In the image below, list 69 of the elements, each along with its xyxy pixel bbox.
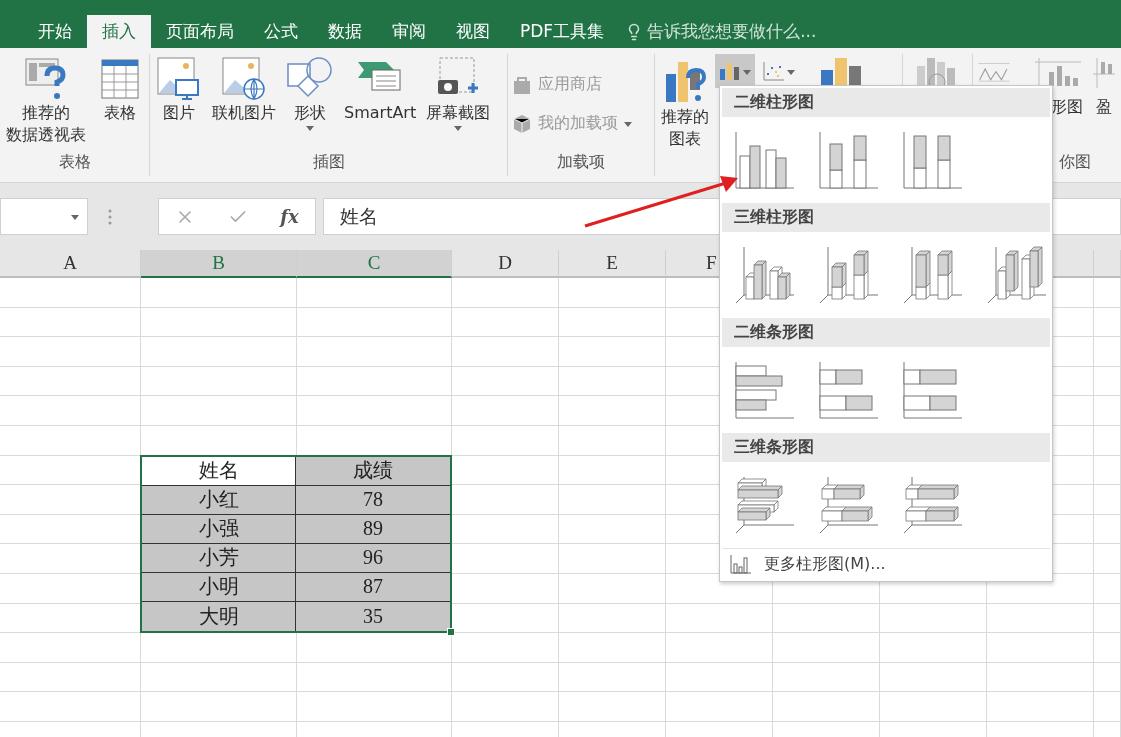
caret-icon (71, 215, 79, 220)
3d-column-icon[interactable] (986, 245, 1048, 305)
ribbon-tab[interactable]: PDF工具集 (505, 15, 620, 48)
clustered-3d-bar-icon[interactable] (734, 475, 796, 535)
ribbon-tab[interactable]: 审阅 (377, 15, 441, 48)
table-icon (100, 56, 140, 102)
table-cell[interactable]: 87 (296, 572, 450, 603)
clustered-3d-column-icon[interactable] (734, 245, 796, 305)
win-loss-sparkline-icon[interactable] (1093, 56, 1115, 90)
section-header: 二维柱形图 (722, 88, 1050, 117)
column-header[interactable]: B (141, 250, 297, 278)
stacked-bar-icon[interactable] (818, 360, 880, 420)
stacked-column-icon[interactable] (818, 130, 880, 190)
ribbon-tab[interactable]: 视图 (441, 15, 505, 48)
ribbon-button[interactable]: 形状 (284, 54, 336, 133)
ribbon-button[interactable]: 联机图片 (210, 54, 278, 126)
section-header: 三维条形图 (722, 433, 1050, 462)
group-label: 插图 (311, 150, 346, 173)
name-box[interactable] (0, 198, 88, 235)
chart-dropdown-button[interactable] (715, 54, 755, 88)
ribbon-button[interactable]: 表格 (98, 54, 142, 126)
column-header[interactable]: C (297, 250, 452, 278)
picture-icon (156, 56, 202, 102)
table-cell[interactable]: 89 (296, 514, 450, 544)
ribbon-tab[interactable]: 插入 (87, 15, 151, 48)
fill-handle[interactable] (447, 628, 455, 637)
ribbon-button[interactable]: 推荐的 图表 (659, 54, 711, 152)
online-picture-icon (221, 56, 267, 102)
table-cell[interactable]: 小明 (142, 572, 296, 603)
clustered-column-icon[interactable] (734, 130, 796, 190)
ribbon-tab[interactable]: 公式 (249, 15, 313, 48)
tell-me-field[interactable]: 告诉我您想要做什么... (625, 15, 817, 48)
table-cell[interactable]: 小芳 (142, 543, 296, 573)
ribbon-button[interactable]: 推荐的 数据透视表 (4, 54, 88, 148)
table-cell[interactable]: 大明 (142, 602, 296, 632)
group-label: 表格 (57, 150, 92, 173)
insert-function-button[interactable]: fx (280, 206, 299, 227)
section-header: 二维条形图 (722, 318, 1050, 347)
ribbon-tab[interactable]: 页面布局 (151, 15, 249, 48)
ribbon-tab[interactable]: 开始 (23, 15, 87, 48)
cube-icon (512, 113, 532, 134)
table-cell[interactable]: 96 (296, 543, 450, 573)
full-stacked-column-icon[interactable] (902, 130, 964, 190)
stacked-3d-column-icon[interactable] (818, 245, 880, 305)
full-stacked-3d-column-icon[interactable] (902, 245, 964, 305)
table-cell[interactable]: 小强 (142, 514, 296, 544)
ribbon-button[interactable]: SmartArt (342, 54, 419, 126)
group-label: 你图 (1058, 150, 1092, 173)
section-header: 三维柱形图 (722, 203, 1050, 232)
table-cell[interactable]: 成绩 (296, 456, 450, 486)
table-cell[interactable]: 小红 (142, 485, 296, 515)
full-stacked-3d-bar-icon[interactable] (902, 475, 964, 535)
shopping-bag-icon (512, 74, 532, 95)
more-charts-link[interactable]: 更多柱形图(M)... (722, 548, 1050, 579)
table-cell[interactable]: 35 (296, 602, 450, 632)
table-cell[interactable]: 78 (296, 485, 450, 515)
ribbon-button[interactable]: 图片 (154, 54, 204, 126)
grip-icon (108, 208, 112, 225)
ribbon-button[interactable]: 屏幕截图 (424, 54, 493, 133)
group-label: 加载项 (556, 150, 606, 173)
full-stacked-bar-icon[interactable] (902, 360, 964, 420)
scatter-chart-icon[interactable] (763, 61, 785, 81)
table-cell[interactable]: 姓名 (142, 456, 296, 486)
stacked-3d-bar-icon[interactable] (818, 475, 880, 535)
column-chart-icon[interactable] (719, 61, 741, 81)
ribbon-tab[interactable]: 数据 (313, 15, 377, 48)
ribbon-button[interactable]: 盈 (1091, 54, 1117, 120)
clustered-bar-icon[interactable] (734, 360, 796, 420)
column-chart-icon (730, 554, 752, 574)
